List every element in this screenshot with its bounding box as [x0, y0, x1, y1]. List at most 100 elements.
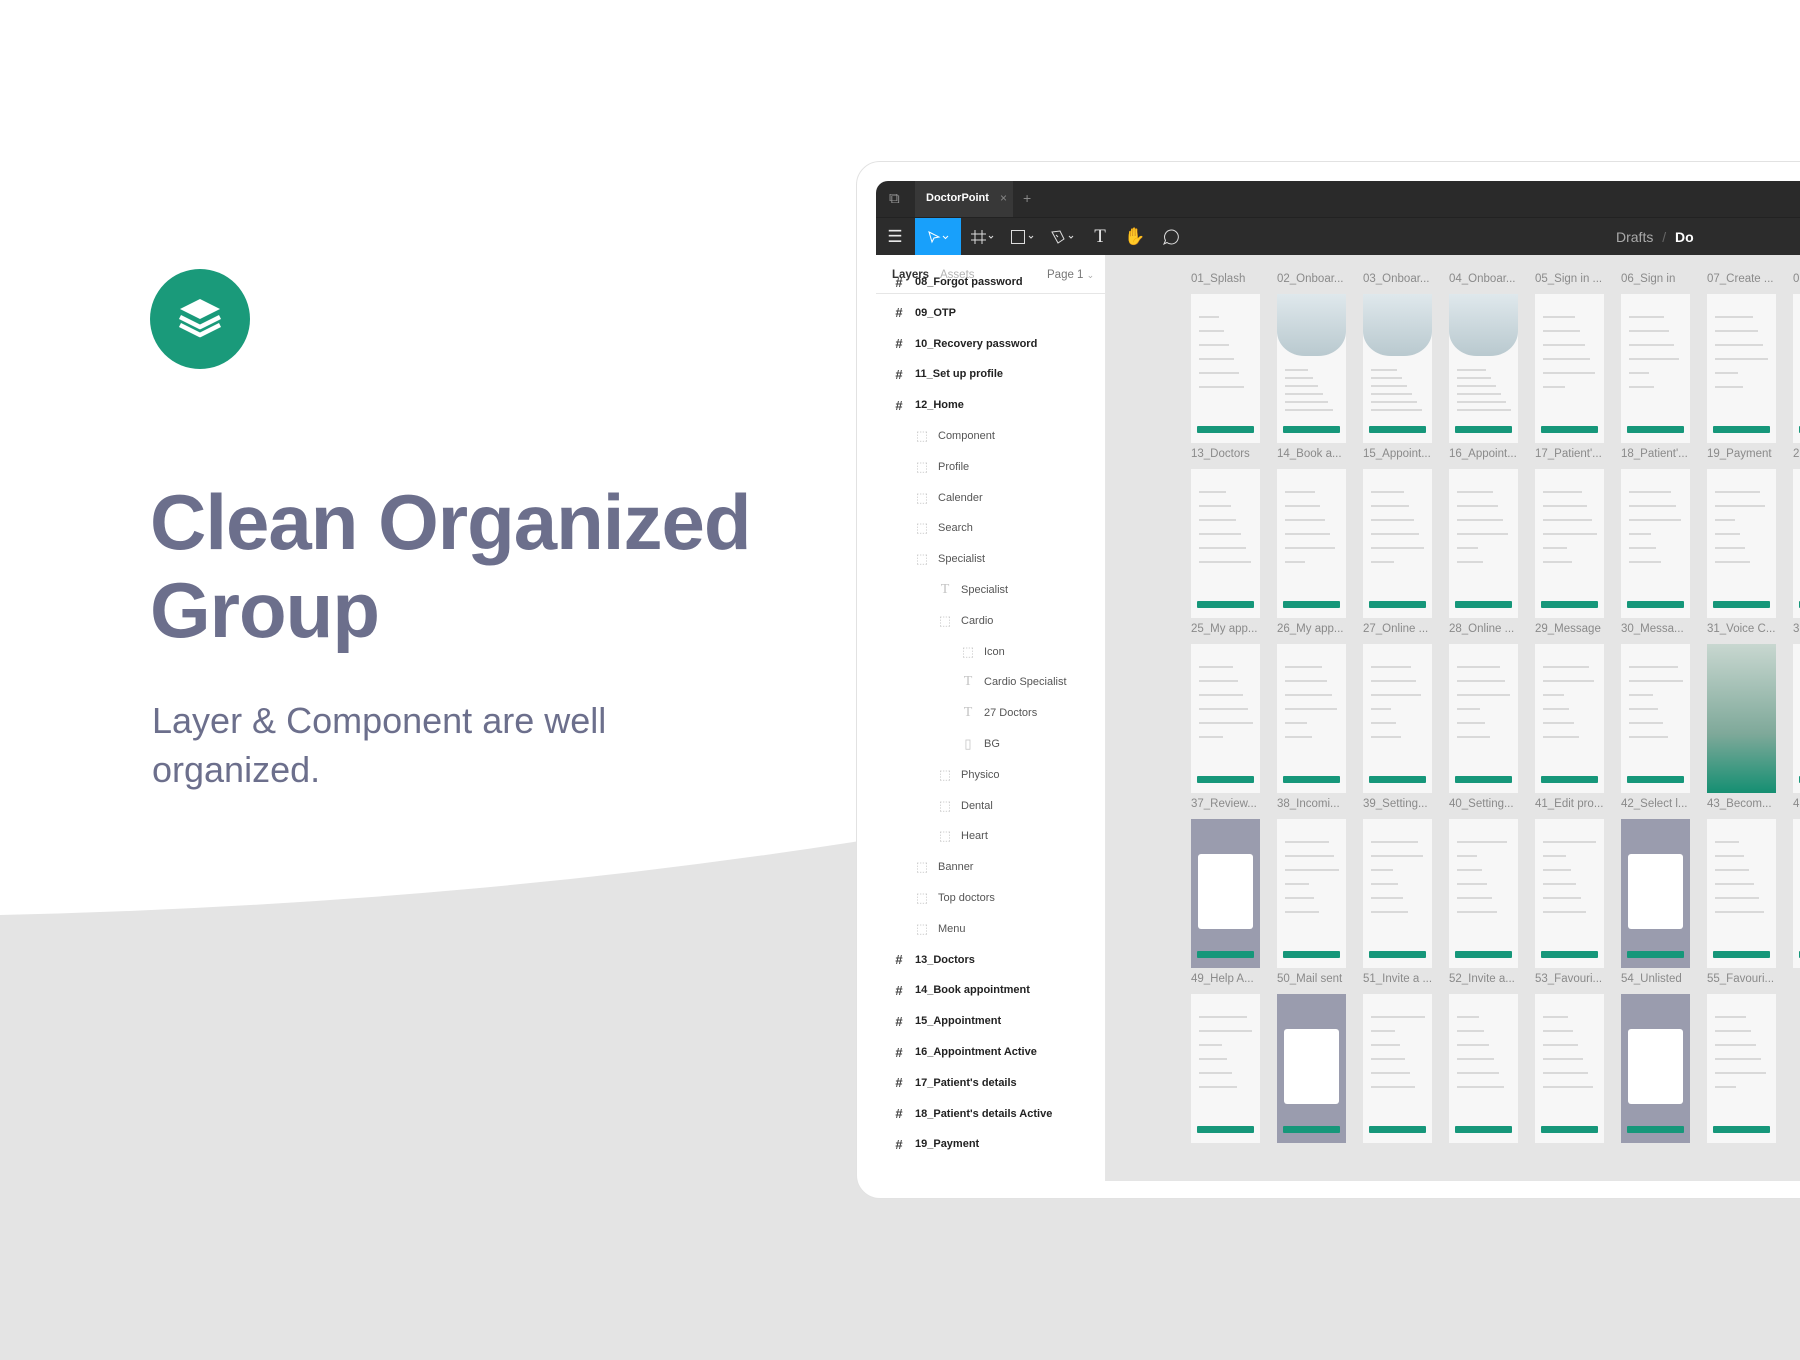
screen-frame-thumbnail[interactable] [1363, 644, 1432, 793]
screen-frame-thumbnail[interactable] [1363, 994, 1432, 1143]
screen-frame-thumbnail[interactable] [1535, 819, 1604, 968]
frame-label[interactable]: 0 [1793, 273, 1800, 285]
frame-label[interactable]: 27_Online ... [1363, 623, 1443, 635]
screen-frame-thumbnail[interactable] [1277, 469, 1346, 618]
screen-frame-thumbnail[interactable] [1535, 994, 1604, 1143]
layer-item[interactable]: #12_Home [876, 390, 964, 420]
frame-label[interactable]: 43_Becom... [1707, 798, 1787, 810]
screen-frame-thumbnail[interactable] [1363, 294, 1432, 443]
screen-frame-thumbnail[interactable] [1191, 644, 1260, 793]
layer-item[interactable]: #19_Payment [876, 1129, 979, 1159]
close-tab-icon[interactable]: × [1000, 191, 1007, 205]
menu-icon[interactable]: ☰ [876, 218, 914, 256]
frame-label[interactable]: 30_Messa... [1621, 623, 1701, 635]
frame-label[interactable]: 2 [1793, 448, 1800, 460]
screen-frame-thumbnail[interactable] [1535, 469, 1604, 618]
frame-label[interactable]: 01_Splash [1191, 273, 1271, 285]
frame-label[interactable]: 13_Doctors [1191, 448, 1271, 460]
frame-label[interactable]: 31_Voice C... [1707, 623, 1787, 635]
screen-frame-thumbnail[interactable] [1191, 294, 1260, 443]
screen-frame-thumbnail[interactable] [1793, 294, 1800, 443]
screen-frame-thumbnail[interactable] [1363, 819, 1432, 968]
pen-tool-icon[interactable] [1044, 218, 1082, 256]
layer-item[interactable]: ⬚ Component [876, 421, 995, 451]
frame-label[interactable]: 41_Edit pro... [1535, 798, 1615, 810]
layer-item[interactable]: ⬚ Search [876, 513, 973, 543]
layer-item[interactable]: T Cardio Specialist [876, 667, 1067, 697]
layer-item[interactable]: ⬚ Icon [876, 637, 1005, 667]
screen-frame-thumbnail[interactable] [1793, 819, 1800, 968]
layer-item[interactable]: T 27 Doctors [876, 698, 1037, 728]
frame-label[interactable]: 19_Payment [1707, 448, 1787, 460]
screen-frame-thumbnail[interactable] [1535, 294, 1604, 443]
screen-frame-thumbnail[interactable] [1449, 294, 1518, 443]
frame-label[interactable]: 07_Create ... [1707, 273, 1787, 285]
frame-label[interactable]: 14_Book a... [1277, 448, 1357, 460]
layer-item[interactable]: #16_Appointment Active [876, 1037, 1036, 1067]
frame-label[interactable]: 28_Online ... [1449, 623, 1529, 635]
screen-frame-thumbnail[interactable] [1621, 469, 1690, 618]
breadcrumb-drafts[interactable]: Drafts [1616, 229, 1653, 245]
frame-label[interactable]: 40_Setting... [1449, 798, 1529, 810]
frame-label[interactable]: 49_Help A... [1191, 973, 1271, 985]
frame-label[interactable]: 4 [1793, 798, 1800, 810]
screen-frame-thumbnail[interactable] [1707, 994, 1776, 1143]
frame-label[interactable]: 3 [1793, 623, 1800, 635]
frame-label[interactable]: 54_Unlisted [1621, 973, 1701, 985]
layer-item[interactable]: #15_Appointment [876, 1006, 1001, 1036]
layer-item[interactable]: #10_Recovery password [876, 329, 1037, 359]
layer-item[interactable]: #11_Set up profile [876, 359, 1003, 389]
text-tool-icon[interactable]: T [1084, 218, 1116, 256]
screen-frame-thumbnail[interactable] [1449, 469, 1518, 618]
comment-tool-icon[interactable] [1154, 218, 1188, 256]
frame-label[interactable]: 42_Select l... [1621, 798, 1701, 810]
screen-frame-thumbnail[interactable] [1277, 994, 1346, 1143]
frame-label[interactable]: 06_Sign in [1621, 273, 1701, 285]
layer-item[interactable]: #09_OTP [876, 298, 956, 328]
screen-frame-thumbnail[interactable] [1363, 469, 1432, 618]
screen-frame-thumbnail[interactable] [1707, 469, 1776, 618]
layer-item[interactable]: ⬚ Menu [876, 914, 966, 944]
frame-label[interactable]: 02_Onboar... [1277, 273, 1357, 285]
file-tab[interactable]: DoctorPoint × [915, 181, 1013, 217]
new-tab-plus-icon[interactable]: + [1023, 190, 1031, 206]
layer-item[interactable]: #13_Doctors [876, 945, 975, 975]
layer-item[interactable]: #17_Patient's details [876, 1068, 1016, 1098]
frame-label[interactable]: 17_Patient'... [1535, 448, 1615, 460]
screen-frame-thumbnail[interactable] [1621, 994, 1690, 1143]
screen-frame-thumbnail[interactable] [1191, 994, 1260, 1143]
screen-frame-thumbnail[interactable] [1277, 644, 1346, 793]
layer-item[interactable]: #08_Forgot password [876, 267, 1022, 297]
frame-label[interactable]: 55_Favouri... [1707, 973, 1787, 985]
screen-frame-thumbnail[interactable] [1449, 819, 1518, 968]
layer-item[interactable]: ⬚ Specialist [876, 544, 985, 574]
frame-label[interactable]: 38_Incomi... [1277, 798, 1357, 810]
screen-frame-thumbnail[interactable] [1449, 644, 1518, 793]
screen-frame-thumbnail[interactable] [1793, 644, 1800, 793]
layer-item[interactable]: ▯ BG [876, 729, 999, 759]
frame-label[interactable]: 05_Sign in ... [1535, 273, 1615, 285]
layer-item[interactable]: ⬚ Banner [876, 852, 974, 882]
frame-label[interactable]: 15_Appoint... [1363, 448, 1443, 460]
layer-item[interactable]: T Specialist [876, 575, 1008, 605]
frame-label[interactable]: 53_Favouri... [1535, 973, 1615, 985]
screen-frame-thumbnail[interactable] [1707, 294, 1776, 443]
screen-frame-thumbnail[interactable] [1621, 644, 1690, 793]
screen-frame-thumbnail[interactable] [1707, 819, 1776, 968]
frame-label[interactable]: 18_Patient'... [1621, 448, 1701, 460]
frame-label[interactable]: 29_Message [1535, 623, 1615, 635]
frame-label[interactable]: 26_My app... [1277, 623, 1357, 635]
layer-item[interactable]: #18_Patient's details Active [876, 1099, 1052, 1129]
frame-tool-icon[interactable] [964, 218, 1002, 256]
frame-label[interactable]: 37_Review... [1191, 798, 1271, 810]
frame-label[interactable]: 39_Setting... [1363, 798, 1443, 810]
move-tool-icon[interactable] [915, 218, 961, 256]
layer-item[interactable]: ⬚ Heart [876, 821, 988, 851]
layer-item[interactable]: ⬚ Cardio [876, 606, 994, 636]
frame-label[interactable]: 50_Mail sent [1277, 973, 1357, 985]
layer-item[interactable]: ⬚ Physico [876, 760, 1000, 790]
screen-frame-thumbnail[interactable] [1191, 469, 1260, 618]
frame-label[interactable]: 52_Invite a... [1449, 973, 1529, 985]
frame-label[interactable]: 51_Invite a ... [1363, 973, 1443, 985]
screen-frame-thumbnail[interactable] [1535, 644, 1604, 793]
